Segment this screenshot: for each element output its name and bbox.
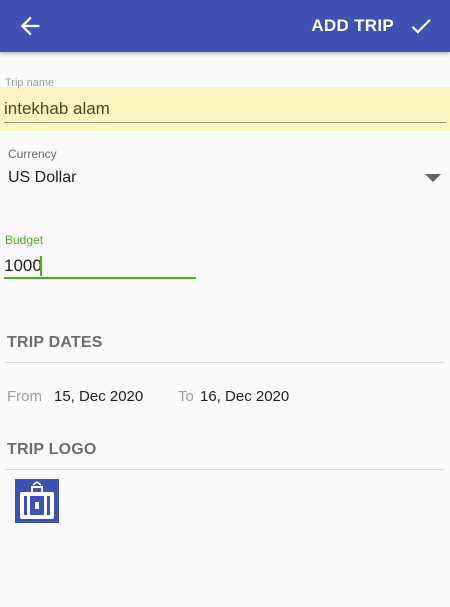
currency-label: Currency — [8, 147, 57, 161]
from-date-picker[interactable]: 15, Dec 2020 — [54, 388, 143, 405]
trip-dates-divider — [5, 362, 444, 363]
budget-underline — [4, 277, 196, 279]
budget-input[interactable] — [4, 254, 194, 278]
trip-logo-button[interactable] — [15, 479, 59, 523]
trip-dates-heading: TRIP DATES — [7, 334, 103, 351]
add-trip-label: ADD TRIP — [311, 16, 394, 35]
currency-dropdown[interactable]: US Dollar — [0, 165, 450, 193]
trip-dates-row: From 15, Dec 2020 To 16, Dec 2020 — [0, 386, 450, 408]
to-label: To — [178, 388, 194, 405]
to-date-picker[interactable]: 16, Dec 2020 — [200, 388, 289, 405]
app-bar: ADD TRIP — [0, 0, 450, 52]
trip-logo-divider — [5, 469, 444, 470]
currency-value: US Dollar — [8, 169, 77, 186]
dropdown-caret-icon — [425, 174, 441, 182]
text-cursor — [40, 256, 42, 276]
trip-name-field: Trip name — [0, 75, 450, 133]
trip-name-underline — [4, 122, 446, 123]
trip-name-input[interactable] — [4, 99, 446, 119]
trip-name-label: Trip name — [5, 77, 55, 89]
from-label: From — [7, 388, 42, 405]
budget-label: Budget — [5, 233, 44, 247]
back-button[interactable] — [16, 12, 44, 40]
trip-logo-heading: TRIP LOGO — [7, 441, 97, 458]
arrow-left-icon — [20, 16, 40, 36]
check-icon — [411, 19, 431, 34]
add-trip-button[interactable]: ADD TRIP — [311, 0, 434, 52]
suitcase-icon — [15, 479, 59, 523]
